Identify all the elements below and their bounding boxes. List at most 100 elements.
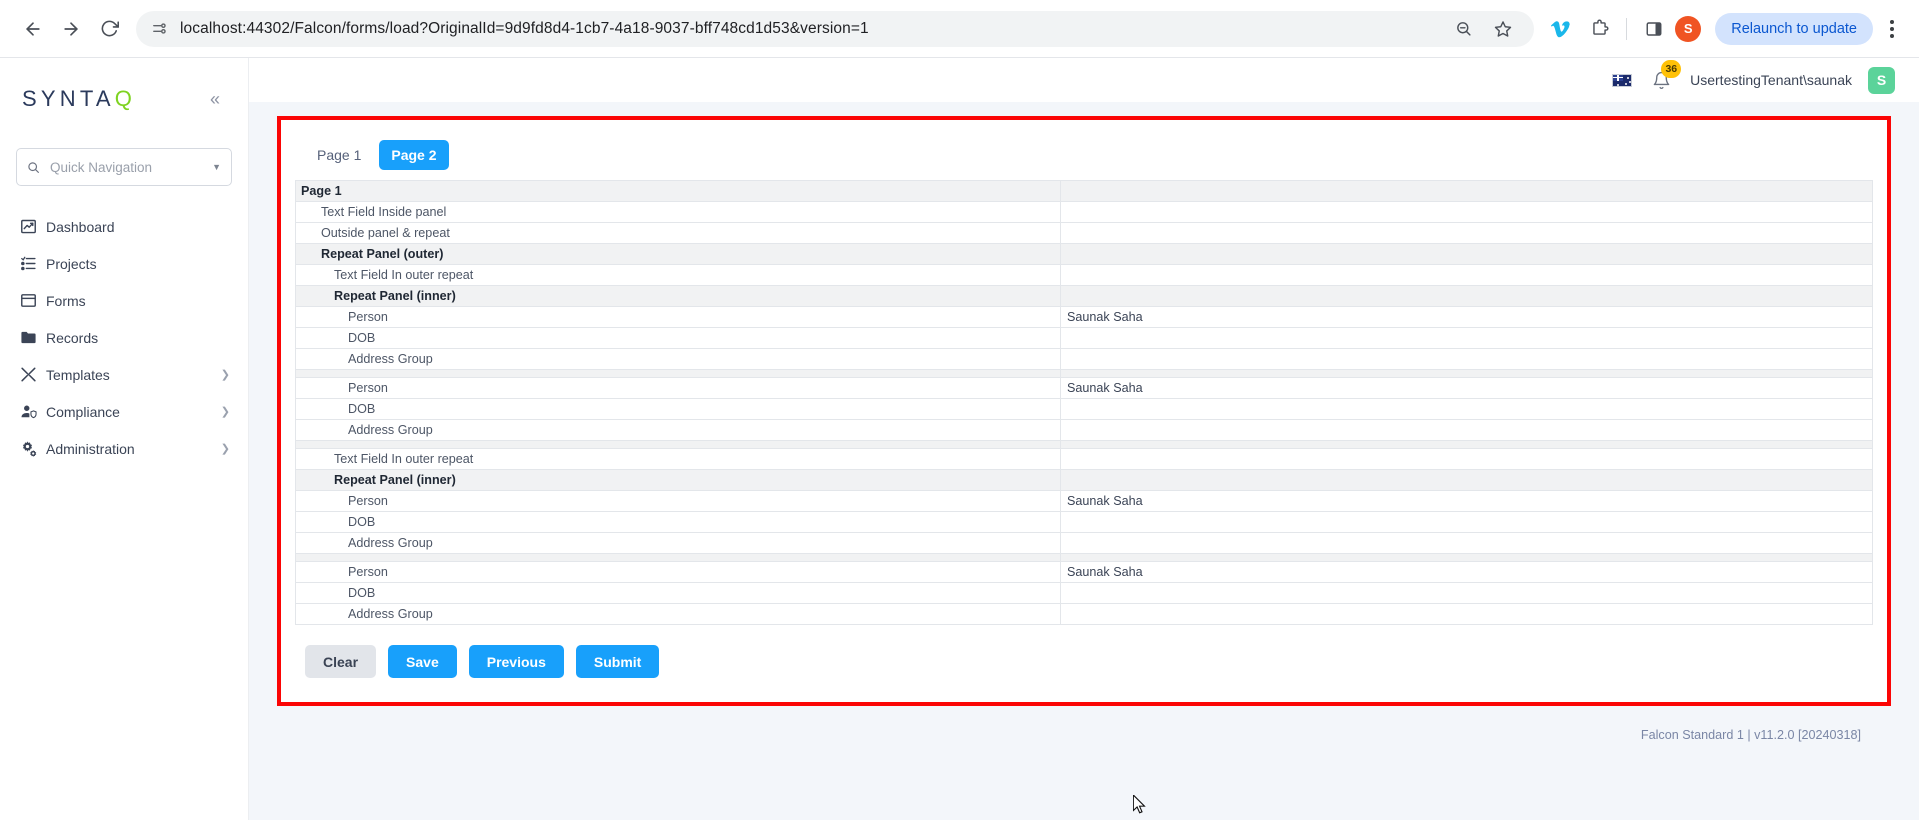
zoom-out-icon[interactable] <box>1446 12 1480 46</box>
row-label: Outside panel & repeat <box>296 226 1060 240</box>
sidebar-item-label: Records <box>46 330 230 346</box>
sidebar-item-label: Projects <box>46 256 230 272</box>
chevron-right-icon: ❯ <box>221 368 230 381</box>
row-label: Repeat Panel (inner) <box>296 473 1060 487</box>
row-label: Text Field In outer repeat <box>296 268 1060 282</box>
table-row: Repeat Panel (inner) <box>296 286 1873 307</box>
chevron-right-icon: ❯ <box>221 442 230 455</box>
row-label: Person <box>296 310 1060 324</box>
star-icon[interactable] <box>1486 12 1520 46</box>
three-dot-menu-icon[interactable] <box>1879 13 1905 45</box>
table-row: Address Group <box>296 533 1873 554</box>
sidebar-item-label: Administration <box>46 441 221 457</box>
vimeo-extension-icon[interactable] <box>1544 12 1578 46</box>
forward-button[interactable] <box>52 10 90 48</box>
highlight-region: Page 1 Page 2 Page 1 Text Field Inside p… <box>277 116 1891 706</box>
puzzle-extensions-icon[interactable] <box>1582 12 1616 46</box>
version-footer: Falcon Standard 1 | v11.2.0 [20240318] <box>277 706 1891 742</box>
user-name-label[interactable]: UsertestingTenant\saunak <box>1690 72 1852 88</box>
row-label: Address Group <box>296 607 1060 621</box>
australia-flag-icon[interactable] <box>1612 74 1632 87</box>
row-value: Saunak Saha <box>1061 494 1872 508</box>
gears-icon <box>20 440 46 458</box>
side-panel-icon[interactable] <box>1637 12 1671 46</box>
clear-button[interactable]: Clear <box>305 645 376 678</box>
row-label: DOB <box>296 586 1060 600</box>
chart-line-icon <box>20 218 46 235</box>
sidebar-item-forms[interactable]: Forms <box>0 282 248 319</box>
sidebar-item-records[interactable]: Records <box>0 319 248 356</box>
row-label: Address Group <box>296 536 1060 550</box>
reload-button[interactable] <box>90 10 128 48</box>
submit-button[interactable]: Submit <box>576 645 659 678</box>
save-button[interactable]: Save <box>388 645 457 678</box>
brand-row: SYNTAQ « <box>0 76 248 122</box>
address-bar[interactable]: localhost:44302/Falcon/forms/load?Origin… <box>136 11 1534 47</box>
form-actions: Clear Save Previous Submit <box>295 625 1873 690</box>
table-row: DOB <box>296 512 1873 533</box>
form-table-body: Page 1 Text Field Inside panel Outside p… <box>296 181 1873 625</box>
table-row: DOB <box>296 328 1873 349</box>
table-row: DOB <box>296 399 1873 420</box>
quick-navigation-placeholder: Quick Navigation <box>50 160 212 175</box>
top-bar: 36 UsertestingTenant\saunak S <box>249 58 1919 102</box>
sidebar-item-projects[interactable]: Projects <box>0 245 248 282</box>
sidebar-nav: Dashboard Projects Forms Records <box>0 208 248 467</box>
sidebar-item-dashboard[interactable]: Dashboard <box>0 208 248 245</box>
row-label: DOB <box>296 331 1060 345</box>
brand-main-text: SYNTA <box>22 86 115 111</box>
table-row: Address Group <box>296 349 1873 370</box>
user-shield-icon <box>20 403 46 421</box>
relaunch-to-update-button[interactable]: Relaunch to update <box>1715 13 1873 45</box>
sidebar-item-administration[interactable]: Administration ❯ <box>0 430 248 467</box>
table-row: Outside panel & repeat <box>296 223 1873 244</box>
row-label: Address Group <box>296 352 1060 366</box>
browser-profile-avatar[interactable]: S <box>1675 16 1701 42</box>
row-label: DOB <box>296 515 1060 529</box>
sidebar-item-label: Forms <box>46 293 230 309</box>
table-row: Person Saunak Saha <box>296 562 1873 583</box>
row-value: Saunak Saha <box>1061 381 1872 395</box>
sidebar-item-label: Compliance <box>46 404 221 420</box>
table-row: Person Saunak Saha <box>296 491 1873 512</box>
row-value: Saunak Saha <box>1061 565 1872 579</box>
app-shell: SYNTAQ « Quick Navigation ▼ Dashboard <box>0 58 1919 820</box>
row-label: Text Field Inside panel <box>296 205 1060 219</box>
window-icon <box>20 292 46 309</box>
repeat-separator <box>296 441 1873 449</box>
row-value: Saunak Saha <box>1061 310 1872 324</box>
sidebar-item-label: Templates <box>46 367 221 383</box>
table-row: Person Saunak Saha <box>296 378 1873 399</box>
repeat-separator <box>296 554 1873 562</box>
app-logo: SYNTAQ <box>22 86 136 112</box>
quick-navigation-input[interactable]: Quick Navigation ▼ <box>16 148 232 186</box>
table-row: Text Field Inside panel <box>296 202 1873 223</box>
page-tabs: Page 1 Page 2 <box>295 132 1873 180</box>
form-canvas: Page 1 Page 2 Page 1 Text Field Inside p… <box>249 102 1919 820</box>
row-label: Page 1 <box>296 184 1060 198</box>
tab-page-1[interactable]: Page 1 <box>305 140 373 170</box>
table-row: Text Field In outer repeat <box>296 265 1873 286</box>
sidebar-collapse-button[interactable]: « <box>204 86 226 112</box>
repeat-separator <box>296 370 1873 378</box>
table-row: Repeat Panel (inner) <box>296 470 1873 491</box>
chevron-down-icon[interactable]: ▼ <box>212 162 221 172</box>
row-label: Repeat Panel (inner) <box>296 289 1060 303</box>
folder-icon <box>20 329 46 346</box>
avatar[interactable]: S <box>1868 67 1895 94</box>
url-text: localhost:44302/Falcon/forms/load?Origin… <box>180 20 869 38</box>
table-row: Text Field In outer repeat <box>296 449 1873 470</box>
back-button[interactable] <box>14 10 52 48</box>
sidebar-item-compliance[interactable]: Compliance ❯ <box>0 393 248 430</box>
tab-page-2[interactable]: Page 2 <box>379 140 448 170</box>
previous-button[interactable]: Previous <box>469 645 564 678</box>
site-settings-icon[interactable] <box>148 18 170 40</box>
sidebar-item-templates[interactable]: Templates ❯ <box>0 356 248 393</box>
sidebar: SYNTAQ « Quick Navigation ▼ Dashboard <box>0 58 249 820</box>
form-summary-table: Page 1 Text Field Inside panel Outside p… <box>295 180 1873 625</box>
notification-bell-icon[interactable]: 36 <box>1648 67 1674 93</box>
table-row: Person Saunak Saha <box>296 307 1873 328</box>
checklist-icon <box>20 255 46 272</box>
sidebar-item-label: Dashboard <box>46 219 230 235</box>
brand-accent-text: Q <box>115 86 136 111</box>
